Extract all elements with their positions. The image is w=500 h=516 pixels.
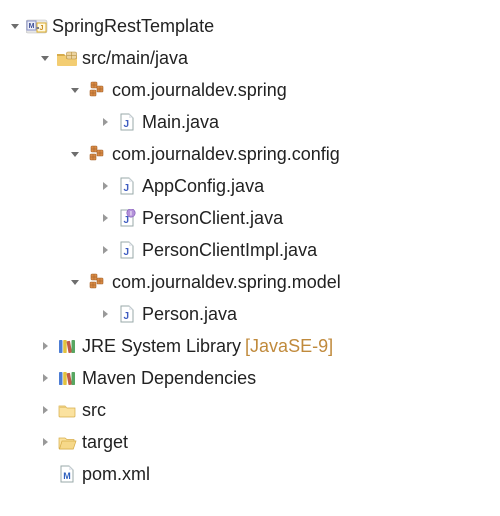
package-label: com.journaldev.spring.model: [112, 272, 341, 292]
library-label: Maven Dependencies: [82, 368, 256, 388]
project-name-label: SpringRestTemplate: [52, 16, 214, 36]
package-icon: [86, 272, 108, 292]
project-explorer-tree: SpringRestTemplate src/main/java com.jou…: [0, 10, 500, 490]
expand-toggle-icon[interactable]: [66, 145, 84, 163]
library-icon: [56, 336, 78, 356]
folder-open-icon: [56, 432, 78, 452]
expand-toggle-icon[interactable]: [96, 113, 114, 131]
library-qualifier: [JavaSE-9]: [245, 336, 333, 356]
expand-toggle-icon[interactable]: [36, 401, 54, 419]
library-icon: [56, 368, 78, 388]
expand-toggle-icon[interactable]: [36, 337, 54, 355]
expand-toggle-icon[interactable]: [66, 273, 84, 291]
tree-item-source-folder[interactable]: src/main/java: [0, 42, 500, 74]
tree-item-pom-file[interactable]: pom.xml: [0, 458, 500, 490]
tree-item-java-file[interactable]: Person.java: [0, 298, 500, 330]
expand-toggle-icon[interactable]: [96, 177, 114, 195]
expand-toggle-icon[interactable]: [36, 49, 54, 67]
arrow-placeholder: [36, 465, 54, 483]
tree-item-jre-library[interactable]: JRE System Library [JavaSE-9]: [0, 330, 500, 362]
java-file-icon: [116, 112, 138, 132]
source-folder-label: src/main/java: [82, 48, 188, 68]
package-icon: [86, 144, 108, 164]
tree-item-package-spring-model[interactable]: com.journaldev.spring.model: [0, 266, 500, 298]
tree-item-folder-target[interactable]: target: [0, 426, 500, 458]
package-label: com.journaldev.spring: [112, 80, 287, 100]
folder-label: target: [82, 432, 128, 452]
package-label: com.journaldev.spring.config: [112, 144, 340, 164]
file-label: Main.java: [142, 112, 219, 132]
folder-label: src: [82, 400, 106, 420]
tree-item-folder-src[interactable]: src: [0, 394, 500, 426]
file-label: AppConfig.java: [142, 176, 264, 196]
tree-item-package-spring[interactable]: com.journaldev.spring: [0, 74, 500, 106]
source-folder-icon: [56, 48, 78, 68]
tree-item-java-file[interactable]: PersonClientImpl.java: [0, 234, 500, 266]
tree-item-package-spring-config[interactable]: com.journaldev.spring.config: [0, 138, 500, 170]
file-label: pom.xml: [82, 464, 150, 484]
expand-toggle-icon[interactable]: [96, 305, 114, 323]
expand-toggle-icon[interactable]: [6, 17, 24, 35]
file-label: PersonClientImpl.java: [142, 240, 317, 260]
expand-toggle-icon[interactable]: [36, 369, 54, 387]
tree-item-java-interface-file[interactable]: PersonClient.java: [0, 202, 500, 234]
tree-item-java-file[interactable]: Main.java: [0, 106, 500, 138]
maven-java-project-icon: [26, 16, 48, 36]
tree-item-project[interactable]: SpringRestTemplate: [0, 10, 500, 42]
library-label: JRE System Library: [82, 336, 241, 356]
java-file-icon: [116, 240, 138, 260]
java-file-icon: [116, 176, 138, 196]
file-label: PersonClient.java: [142, 208, 283, 228]
tree-item-java-file[interactable]: AppConfig.java: [0, 170, 500, 202]
expand-toggle-icon[interactable]: [66, 81, 84, 99]
file-label: Person.java: [142, 304, 237, 324]
java-interface-file-icon: [116, 208, 138, 228]
folder-icon: [56, 400, 78, 420]
maven-pom-file-icon: [56, 464, 78, 484]
expand-toggle-icon[interactable]: [36, 433, 54, 451]
tree-item-maven-dependencies[interactable]: Maven Dependencies: [0, 362, 500, 394]
expand-toggle-icon[interactable]: [96, 241, 114, 259]
expand-toggle-icon[interactable]: [96, 209, 114, 227]
java-file-icon: [116, 304, 138, 324]
package-icon: [86, 80, 108, 100]
